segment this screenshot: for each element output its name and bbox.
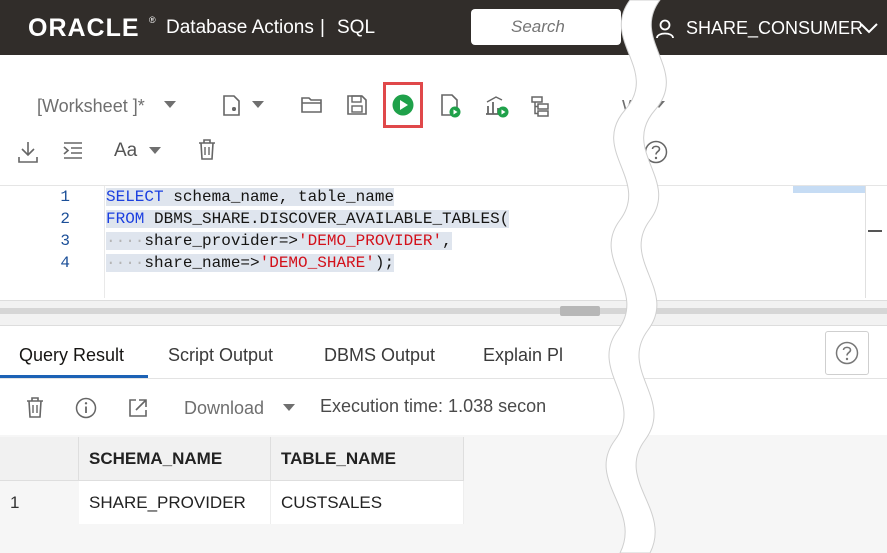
user-menu-label[interactable]: SHARE_CONSUMER	[686, 18, 863, 39]
font-size-label[interactable]: Aa	[114, 140, 137, 162]
column-header-schema-name[interactable]: SCHEMA_NAME	[79, 437, 271, 481]
minimap-divider	[865, 186, 866, 298]
line-number: 1	[60, 188, 70, 206]
registered-mark: ®	[149, 15, 156, 25]
tab-dbms-output[interactable]: DBMS Output	[324, 345, 435, 366]
worksheet-tab[interactable]: [Worksheet ]*	[37, 96, 145, 117]
execution-time: Execution time: 1.038 secon	[320, 396, 547, 416]
line-number: 4	[60, 254, 70, 272]
oracle-logo[interactable]: ORACLE	[28, 14, 140, 43]
trash-icon[interactable]	[25, 396, 45, 419]
torn-edge-decoration	[605, 0, 667, 553]
explain-plan-icon[interactable]	[484, 94, 510, 118]
new-chevron-icon[interactable]	[251, 100, 265, 110]
grid-corner	[0, 437, 79, 481]
code-line[interactable]: FROM DBMS_SHARE.DISCOVER_AVAILABLE_TABLE…	[106, 210, 510, 228]
tab-query-result[interactable]: Query Result	[19, 345, 124, 366]
download-icon[interactable]	[17, 140, 39, 164]
tabs-divider	[0, 378, 887, 379]
column-header-table-name[interactable]: TABLE_NAME	[271, 437, 464, 481]
table-cell[interactable]: CUSTSALES	[271, 481, 464, 524]
code-line[interactable]: SELECT schema_name, table_name	[106, 188, 395, 206]
format-icon[interactable]	[62, 141, 84, 161]
app-title: Database Actions	[166, 17, 314, 38]
line-number: 3	[60, 232, 70, 250]
gutter-divider	[104, 186, 105, 298]
module-name: SQL	[337, 17, 376, 38]
open-folder-icon[interactable]	[300, 95, 324, 115]
minimap-marker	[868, 230, 882, 232]
results-help-button[interactable]	[825, 331, 869, 375]
download-menu[interactable]: Download	[184, 398, 264, 419]
help-icon	[835, 341, 859, 365]
editor-toolbar	[0, 55, 887, 185]
table-cell[interactable]: SHARE_PROVIDER	[79, 481, 271, 524]
font-chevron-icon[interactable]	[148, 146, 162, 156]
title-separator: |	[320, 17, 325, 38]
save-icon[interactable]	[346, 94, 368, 116]
download-chevron-icon[interactable]	[282, 403, 296, 413]
clear-trash-icon[interactable]	[197, 138, 217, 161]
code-line[interactable]: ····share_name=>'DEMO_SHARE');	[106, 254, 395, 272]
horizontal-scrollbar[interactable]	[0, 308, 887, 314]
line-number: 2	[60, 210, 70, 228]
row-number: 1	[10, 492, 20, 512]
run-statement-icon[interactable]	[392, 94, 414, 116]
run-script-icon[interactable]	[440, 93, 462, 119]
code-line[interactable]: ····share_provider=>'DEMO_PROVIDER',	[106, 232, 452, 250]
tab-script-output[interactable]: Script Output	[168, 345, 273, 366]
open-external-icon[interactable]	[127, 397, 149, 419]
chevron-down-icon[interactable]	[860, 22, 878, 34]
info-icon[interactable]	[75, 397, 97, 419]
minimap-highlight[interactable]	[793, 186, 865, 193]
new-worksheet-icon[interactable]	[221, 94, 243, 118]
worksheet-chevron-icon[interactable]	[163, 100, 177, 110]
